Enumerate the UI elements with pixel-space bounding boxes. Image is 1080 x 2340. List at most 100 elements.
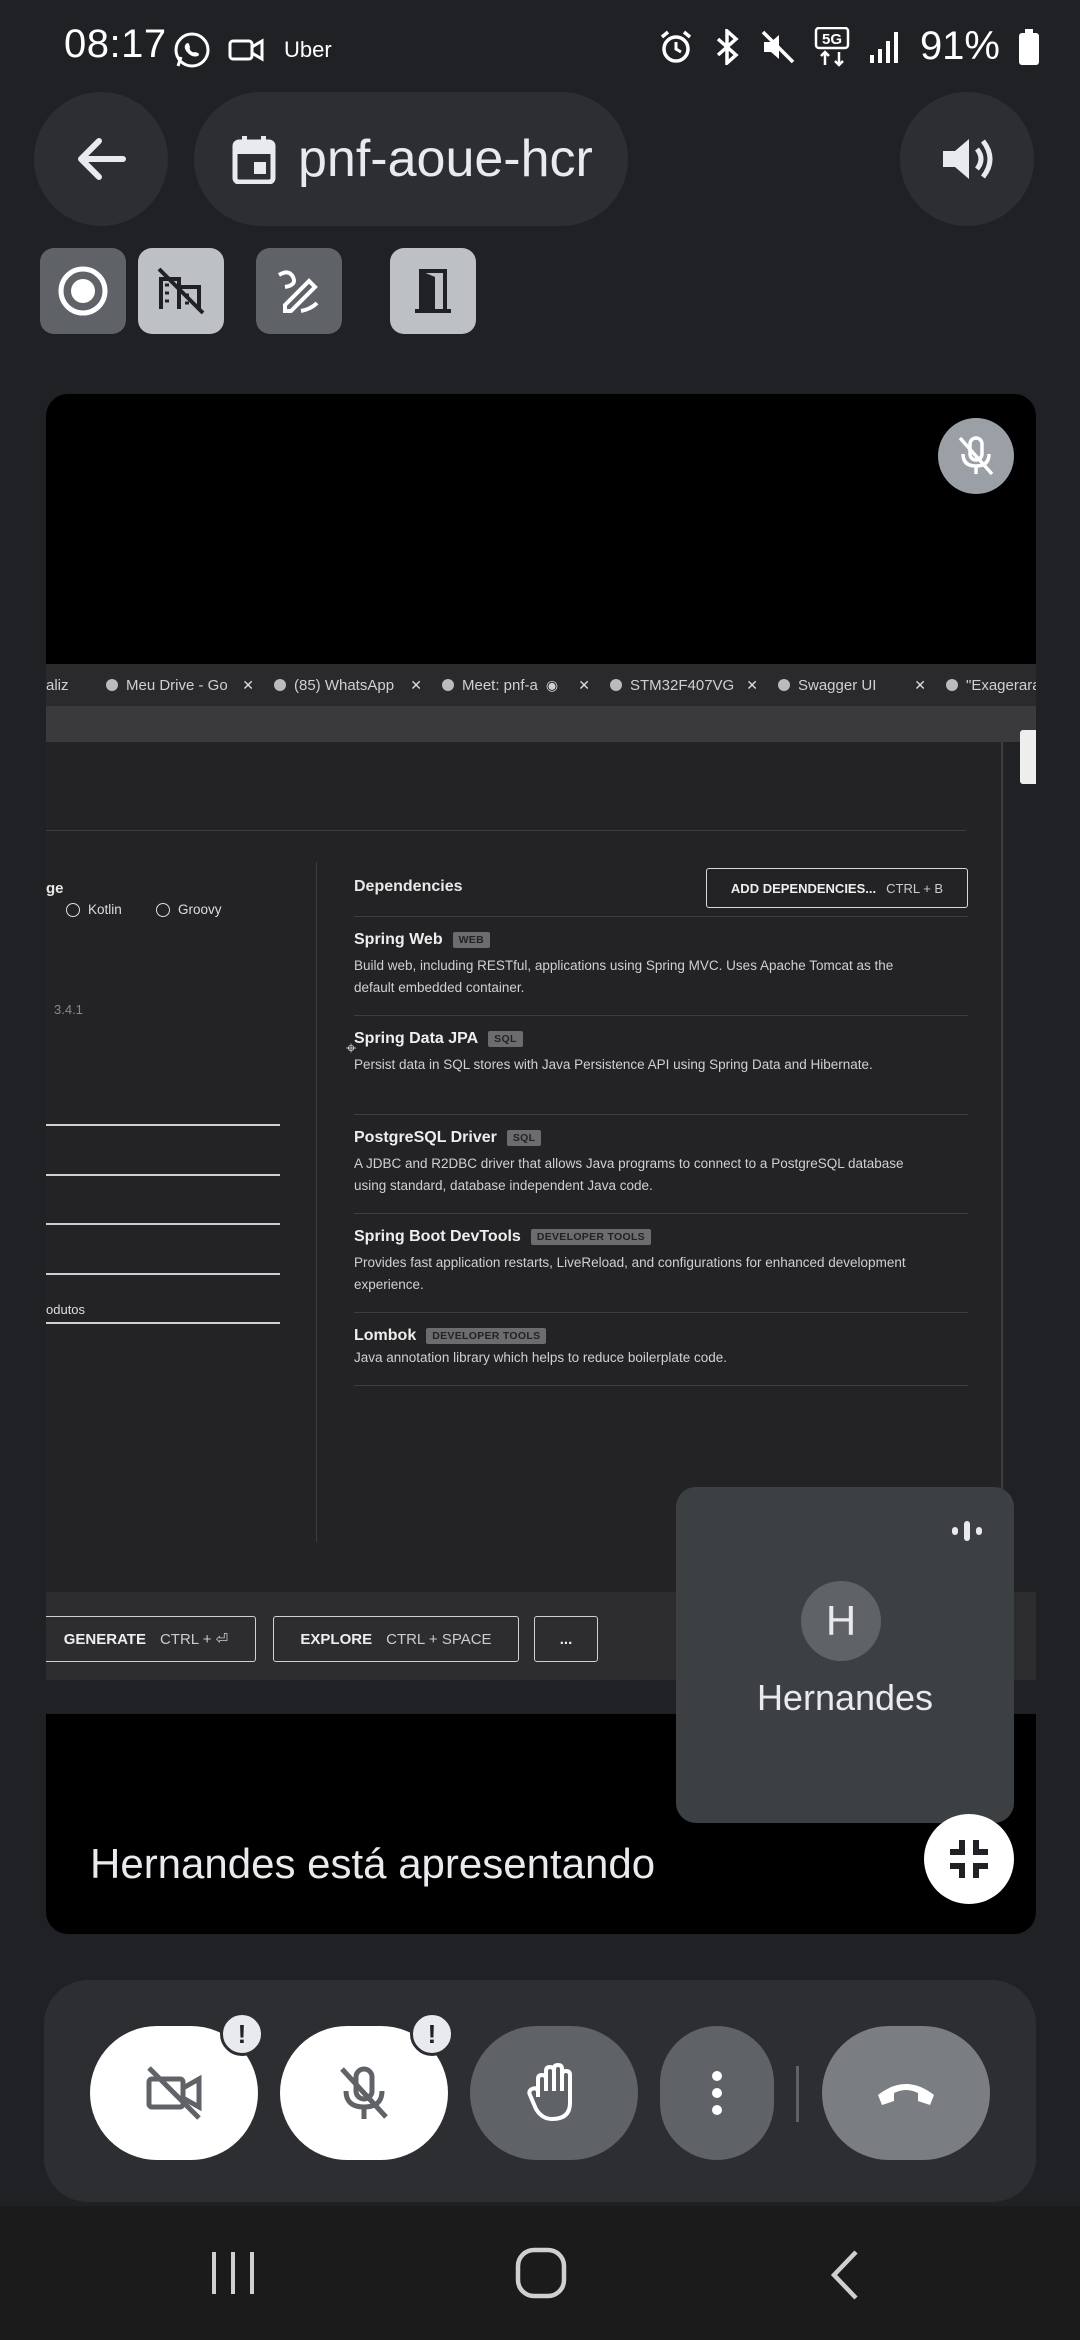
whatsapp-icon: [274, 679, 286, 691]
divider: [796, 2066, 799, 2122]
mic-off-icon: [340, 2066, 388, 2119]
boot-version-option[interactable]: 3.4.1: [54, 1002, 83, 1017]
browser-tab[interactable]: Meu Drive - Go ✕: [96, 664, 264, 706]
mic-warning-badge: !: [410, 2012, 454, 2056]
exit-fullscreen-button[interactable]: [924, 1814, 1014, 1904]
record-button[interactable]: [40, 248, 126, 334]
no-companion-icon: [157, 267, 205, 315]
mic-off-icon: [958, 436, 994, 476]
annotate-button[interactable]: [256, 248, 342, 334]
avatar: H: [801, 1581, 881, 1661]
divider: [316, 862, 317, 1542]
browser-tab[interactable]: (85) WhatsApp ✕: [264, 664, 432, 706]
address-bar[interactable]: [46, 706, 1036, 742]
category-badge: SQL: [506, 1130, 542, 1146]
participant-name: Hernandes: [756, 1677, 934, 1718]
back-nav-button[interactable]: [826, 2248, 866, 2307]
home-button[interactable]: [514, 2246, 570, 2305]
side-widget[interactable]: [1020, 730, 1036, 784]
close-tab-icon[interactable]: ✕: [410, 677, 422, 694]
close-tab-icon[interactable]: ✕: [578, 677, 590, 694]
browser-tab[interactable]: Meet: pnf-a ◉ ✕: [432, 664, 600, 706]
browser-tab-bar: aliz Meu Drive - Go ✕ (85) WhatsApp ✕ Meet…: [46, 664, 1036, 706]
dependency-item[interactable]: Spring Boot DevTools DEVELOPER TOOLS Prov…: [354, 1213, 968, 1296]
meeting-info-button[interactable]: pnf-aoue-hcr: [194, 92, 628, 226]
google-icon: [610, 679, 622, 691]
audio-level-icon: [952, 1521, 982, 1541]
status-left-icons: Uber: [172, 30, 332, 70]
mouse-cursor-icon: ⌖: [346, 1038, 357, 1058]
alarm-icon: [660, 30, 692, 63]
dependency-item[interactable]: Lombok DEVELOPER TOOLS Java annotation li…: [354, 1312, 968, 1386]
presenter-muted-indicator: [938, 418, 1014, 494]
dependency-item[interactable]: Spring Web WEB Build web, including RESTf…: [354, 916, 968, 999]
uber-label: Uber: [284, 37, 332, 62]
radio-icon: [66, 902, 80, 917]
battery-icon: [1019, 28, 1039, 65]
browser-tab[interactable]: Swagger UI ✕: [768, 664, 936, 706]
category-badge: DEVELOPER TOOLS: [530, 1229, 651, 1245]
meet-icon: [442, 679, 454, 691]
add-dependencies-button[interactable]: ADD DEPENDENCIES... CTRL + B: [706, 868, 968, 908]
gmail-icon: [946, 679, 958, 691]
close-tab-icon[interactable]: ✕: [242, 677, 254, 694]
category-badge: WEB: [452, 932, 490, 948]
close-tab-icon[interactable]: ✕: [746, 677, 758, 694]
metadata-field[interactable]: [46, 1273, 280, 1275]
recent-apps-icon: [212, 2252, 254, 2294]
recent-apps-button[interactable]: [206, 2248, 260, 2303]
collapse-icon: [950, 1840, 988, 1878]
back-icon: [830, 2250, 858, 2300]
globe-icon: [778, 679, 790, 691]
companion-mode-button[interactable]: [138, 248, 224, 334]
camera-warning-badge: !: [220, 2012, 264, 2056]
record-icon: [58, 266, 108, 316]
presentation-stage: aliz Meu Drive - Go ✕ (85) WhatsApp ✕ Meet…: [46, 394, 1036, 1934]
category-badge: DEVELOPER TOOLS: [426, 1328, 547, 1344]
groovy-radio[interactable]: Groovy: [156, 902, 222, 917]
drive-icon: [106, 679, 118, 691]
more-options-button[interactable]: [660, 2026, 774, 2160]
raise-hand-button[interactable]: [470, 2026, 638, 2160]
close-tab-icon[interactable]: ✕: [914, 677, 926, 694]
more-vert-icon: [712, 2071, 722, 2115]
category-badge: SQL: [488, 1031, 523, 1047]
battery-percent: 91%: [919, 24, 1000, 68]
signal-icon: [869, 31, 898, 63]
mute-icon: [761, 30, 795, 63]
metadata-field[interactable]: [46, 1174, 280, 1176]
call-controls: ! !: [44, 1980, 1036, 2202]
more-actions-button[interactable]: ...: [534, 1616, 598, 1662]
raise-hand-icon: [527, 2062, 572, 2122]
whatsapp-icon: [174, 32, 210, 68]
status-time: 08:17: [64, 22, 167, 66]
metadata-field[interactable]: [46, 1124, 280, 1126]
bluetooth-icon: [716, 28, 739, 65]
dependency-item[interactable]: PostgreSQL Driver SQL A JDBC and R2DBC dr…: [354, 1114, 968, 1197]
participant-tile[interactable]: H Hernandes: [676, 1487, 1014, 1823]
back-button[interactable]: [34, 92, 168, 226]
package-name-value: odutos: [46, 1302, 86, 1317]
dependency-item[interactable]: Spring Data JPA SQL Persist data in SQL s…: [354, 1015, 968, 1076]
speaker-icon: [943, 139, 993, 179]
explore-button[interactable]: EXPLORE CTRL + SPACE: [273, 1616, 519, 1662]
home-icon: [515, 2247, 567, 2299]
video-camera-icon: [228, 38, 264, 62]
audio-output-button[interactable]: [900, 92, 1034, 226]
system-nav-bar: [0, 2206, 1080, 2340]
status-right-icons: 5G 91%: [658, 24, 1040, 69]
metadata-field[interactable]: [46, 1223, 280, 1225]
calendar-icon: [232, 136, 276, 184]
dependencies-title: Dependencies: [354, 878, 463, 895]
metadata-field[interactable]: [46, 1322, 280, 1324]
browser-tab[interactable]: STM32F407VG ✕: [600, 664, 768, 706]
presenting-label: Hernandes está apresentando: [90, 1840, 656, 1887]
kotlin-radio[interactable]: Kotlin: [66, 902, 122, 917]
generate-button[interactable]: GENERATE CTRL + ⏎: [46, 1616, 256, 1662]
radio-icon: [156, 902, 170, 917]
breakout-rooms-button[interactable]: [390, 248, 476, 334]
language-label: ge: [46, 880, 64, 897]
browser-tab[interactable]: aliz: [46, 664, 96, 706]
browser-tab[interactable]: "Exagerara: [936, 664, 1036, 706]
leave-call-button[interactable]: [822, 2026, 990, 2160]
